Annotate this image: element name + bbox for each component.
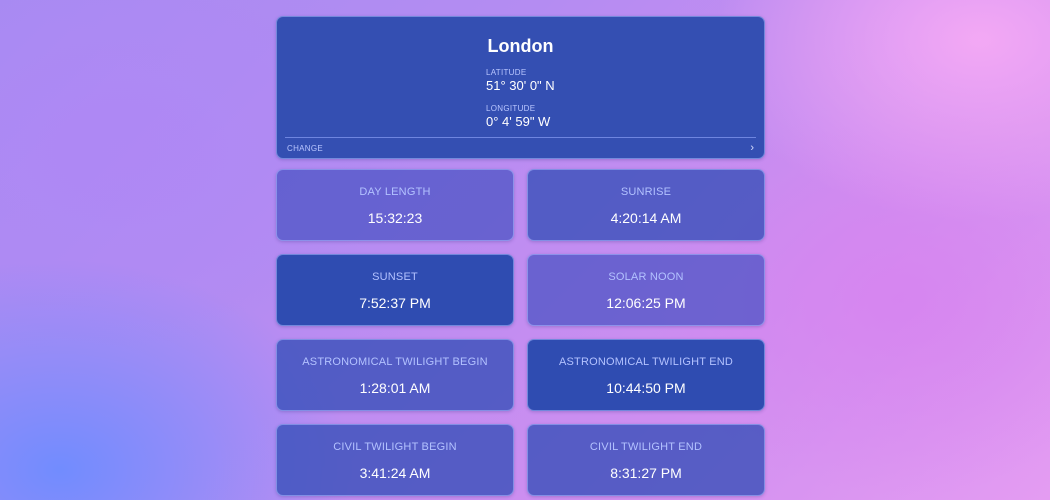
tile-label: SOLAR NOON	[608, 271, 684, 283]
tile-label: SUNRISE	[620, 186, 672, 198]
tile-value: 12:06:25 PM	[606, 295, 686, 311]
latitude-block: LATITUDE 51° 30' 0" N	[486, 68, 555, 94]
sunrise-tile: SUNRISE 4:20:14 AM	[527, 169, 765, 241]
astronomical-twilight-end-tile: ASTRONOMICAL TWILIGHT END 10:44:50 PM	[527, 339, 765, 411]
longitude-value: 0° 4' 59" W	[486, 114, 551, 129]
change-location-button[interactable]: CHANGE ›	[285, 137, 756, 158]
tile-value: 1:28:01 AM	[359, 380, 431, 396]
civil-twilight-begin-tile: CIVIL TWILIGHT BEGIN 3:41:24 AM	[276, 424, 514, 496]
main-container: London LATITUDE 51° 30' 0" N LONGITUDE 0…	[276, 16, 765, 496]
tile-value: 8:31:27 PM	[610, 465, 682, 481]
tile-label: CIVIL TWILIGHT BEGIN	[333, 441, 457, 453]
tile-value: 10:44:50 PM	[606, 380, 686, 396]
civil-twilight-end-tile: CIVIL TWILIGHT END 8:31:27 PM	[527, 424, 765, 496]
astronomical-twilight-begin-tile: ASTRONOMICAL TWILIGHT BEGIN 1:28:01 AM	[276, 339, 514, 411]
day-length-tile: DAY LENGTH 15:32:23	[276, 169, 514, 241]
sun-times-grid: DAY LENGTH 15:32:23 SUNRISE 4:20:14 AM S…	[276, 169, 765, 496]
tile-value: 4:20:14 AM	[610, 210, 682, 226]
latitude-label: LATITUDE	[486, 68, 527, 77]
city-name: London	[487, 36, 554, 56]
chevron-right-icon: ›	[750, 141, 754, 154]
tile-label: CIVIL TWILIGHT END	[589, 441, 703, 453]
solar-noon-tile: SOLAR NOON 12:06:25 PM	[527, 254, 765, 326]
tile-value: 7:52:37 PM	[359, 295, 431, 311]
change-label: CHANGE	[287, 143, 324, 153]
tile-label: SUNSET	[372, 271, 418, 283]
tile-label: DAY LENGTH	[359, 186, 431, 198]
longitude-block: LONGITUDE 0° 4' 59" W	[486, 104, 550, 130]
latitude-value: 51° 30' 0" N	[486, 78, 555, 93]
location-card: London LATITUDE 51° 30' 0" N LONGITUDE 0…	[276, 16, 765, 159]
tile-label: ASTRONOMICAL TWILIGHT END	[558, 356, 734, 368]
tile-value: 3:41:24 AM	[359, 465, 431, 481]
sunset-tile: SUNSET 7:52:37 PM	[276, 254, 514, 326]
tile-value: 15:32:23	[367, 210, 423, 226]
longitude-label: LONGITUDE	[486, 104, 536, 113]
tile-label: ASTRONOMICAL TWILIGHT BEGIN	[302, 356, 488, 368]
